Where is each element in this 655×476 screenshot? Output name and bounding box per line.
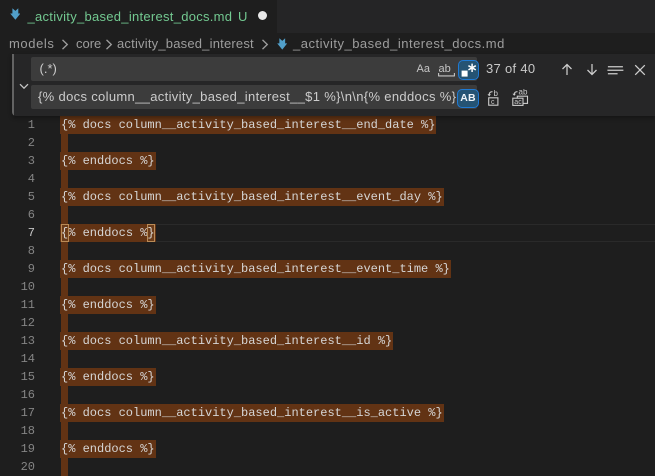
- svg-text:c: c: [491, 99, 495, 106]
- svg-text:b: b: [493, 90, 498, 98]
- svg-text:ac: ac: [514, 99, 522, 106]
- svg-text:ab: ab: [519, 89, 528, 97]
